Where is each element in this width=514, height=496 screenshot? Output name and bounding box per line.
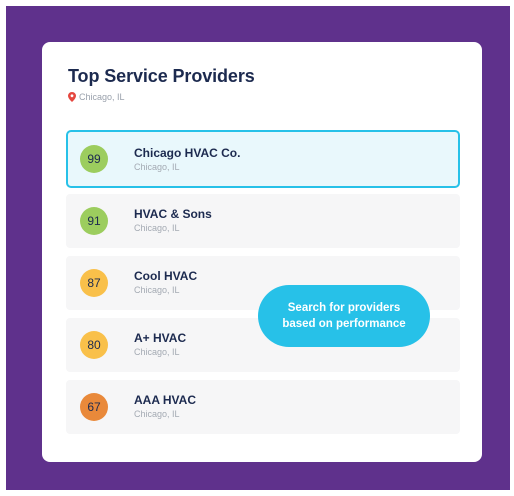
score-badge: 87	[80, 269, 108, 297]
provider-location: Chicago, IL	[134, 347, 180, 357]
score-badge: 91	[80, 207, 108, 235]
callout-line-1: Search for providers	[287, 302, 401, 314]
provider-name: AAA HVAC	[134, 393, 196, 407]
score-badge: 80	[80, 331, 108, 359]
callout-line-2: based on performance	[282, 318, 406, 330]
location-text: Chicago, IL	[79, 92, 125, 102]
performance-callout: Search for providers based on performanc…	[258, 285, 430, 347]
score-badge: 67	[80, 393, 108, 421]
location-label: Chicago, IL	[68, 92, 125, 102]
map-pin-icon	[68, 92, 76, 102]
provider-name: Cool HVAC	[134, 269, 198, 283]
provider-name: Chicago HVAC Co.	[134, 146, 241, 160]
provider-name: A+ HVAC	[134, 331, 187, 345]
provider-row-chicago-hvac-co[interactable]: 99 Chicago HVAC Co. Chicago, IL	[66, 130, 460, 188]
provider-name: HVAC & Sons	[134, 207, 212, 221]
provider-location: Chicago, IL	[134, 223, 180, 233]
provider-location: Chicago, IL	[134, 162, 180, 172]
providers-card: Top Service Providers Chicago, IL 99 Chi…	[42, 42, 482, 462]
score-badge: 99	[80, 145, 108, 173]
provider-row-hvac-and-sons[interactable]: 91 HVAC & Sons Chicago, IL	[66, 194, 460, 248]
provider-row-aaa-hvac[interactable]: 67 AAA HVAC Chicago, IL	[66, 380, 460, 434]
page-title: Top Service Providers	[68, 66, 255, 86]
provider-location: Chicago, IL	[134, 409, 180, 419]
provider-location: Chicago, IL	[134, 285, 180, 295]
